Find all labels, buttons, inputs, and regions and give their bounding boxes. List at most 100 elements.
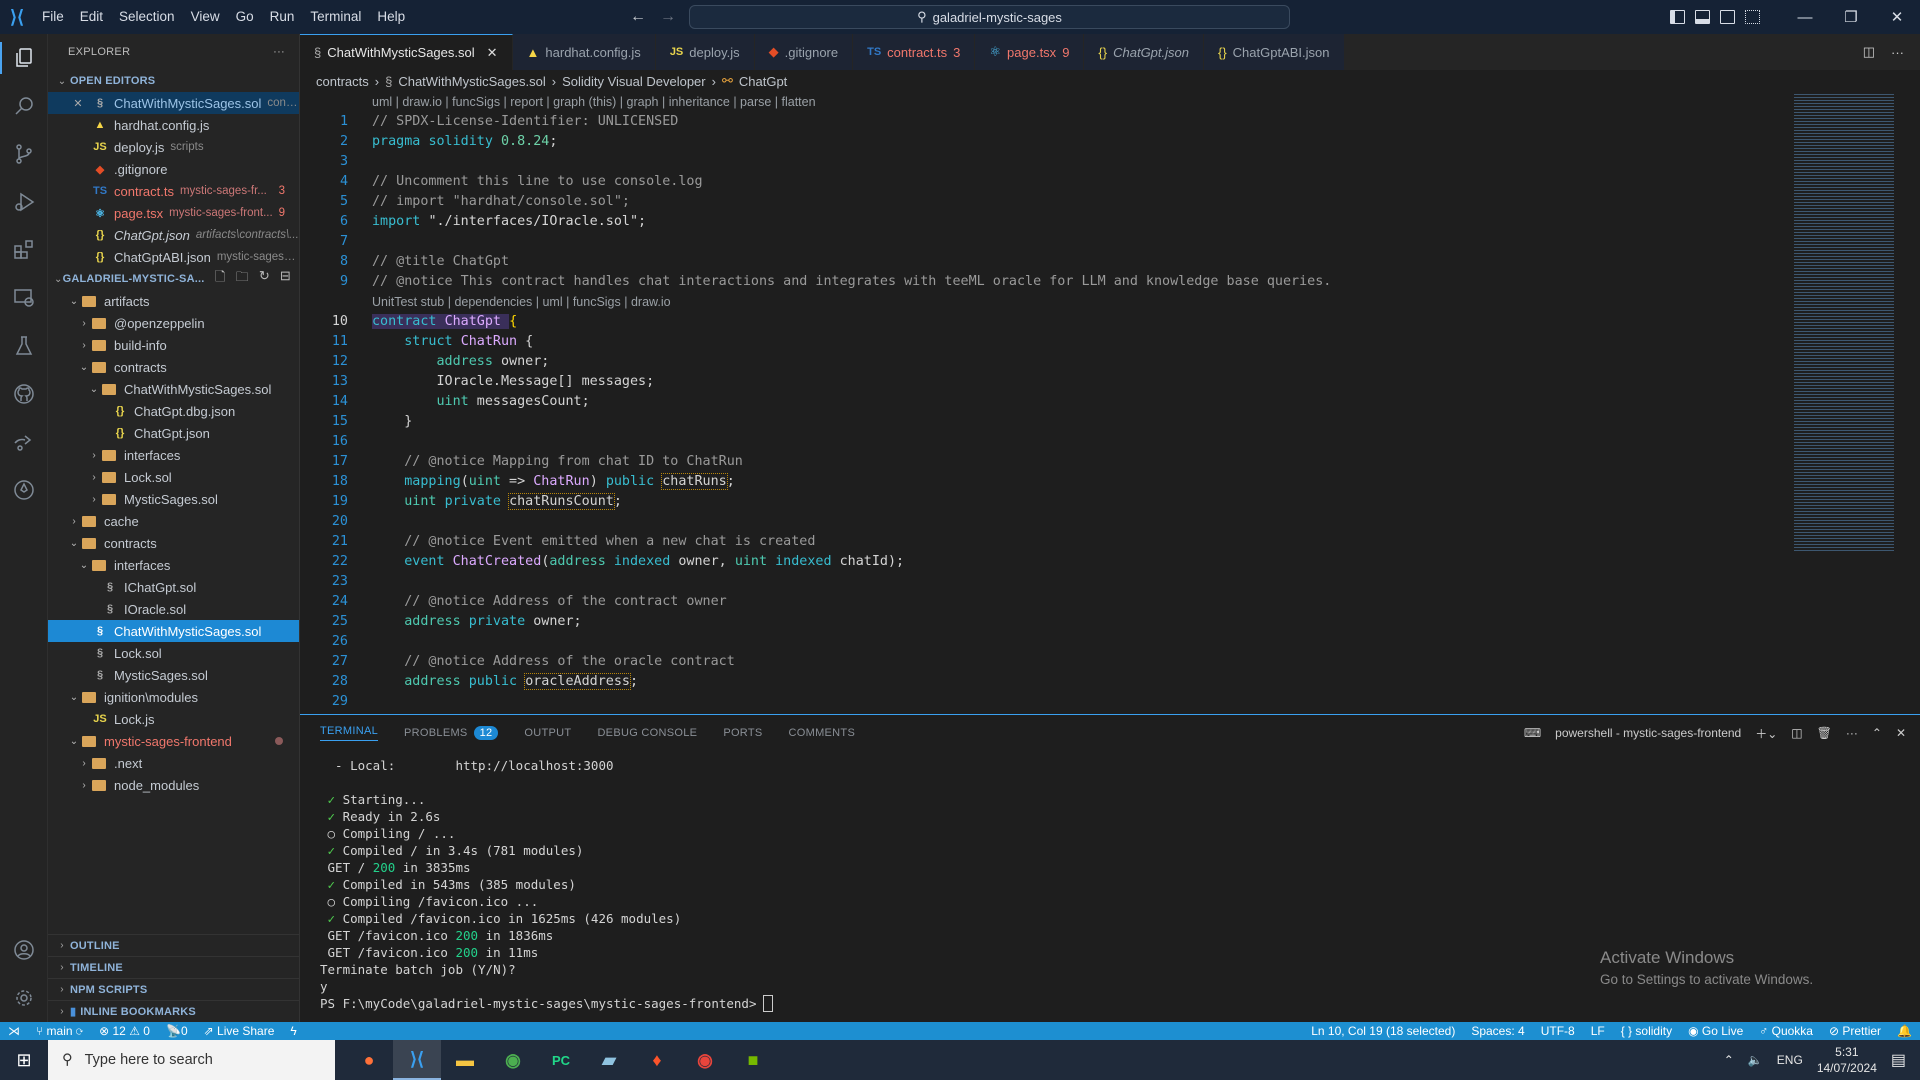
split-editor-icon[interactable]: ◫ xyxy=(1863,44,1875,60)
workspace-header[interactable]: ⌄GALADRIEL-MYSTIC-SA... 🗋 🗀 ↻ ⊟ xyxy=(48,268,299,290)
prettier-button[interactable]: ⊘ Prettier xyxy=(1821,1024,1889,1038)
tab-output[interactable]: OUTPUT xyxy=(524,727,571,739)
ethereum-icon[interactable] xyxy=(0,466,48,514)
file-tree-file[interactable]: JS Lock.js xyxy=(48,708,299,730)
gear-icon[interactable] xyxy=(0,974,48,1022)
toggle-secondary-sidebar-icon[interactable] xyxy=(1720,10,1735,24)
open-editor-item[interactable]: JS deploy.js scripts xyxy=(48,136,299,158)
timeline-section[interactable]: › TIMELINE xyxy=(48,956,299,978)
file-tree-folder[interactable]: › node_modules xyxy=(48,774,299,795)
breadcrumb-item[interactable]: ChatWithMysticSages.sol xyxy=(398,74,545,89)
open-editor-item[interactable]: ▲ hardhat.config.js xyxy=(48,114,299,136)
file-tree-folder[interactable]: › Lock.sol xyxy=(48,466,299,488)
github-icon[interactable] xyxy=(0,370,48,418)
file-tree-file[interactable]: § MysticSages.sol xyxy=(48,664,299,686)
clock[interactable]: 5:31 14/07/2024 xyxy=(1817,1044,1877,1076)
open-editors-header[interactable]: ⌄ OPEN EDITORS xyxy=(48,70,299,92)
chevron-down-icon[interactable]: ⌄ xyxy=(76,362,92,373)
tab-page-tsx[interactable]: ⚛ page.tsx 9 xyxy=(975,34,1085,70)
chevron-down-icon[interactable]: ⌄ xyxy=(66,692,82,703)
file-tree-folder[interactable]: ⌄ ignition\modules xyxy=(48,686,299,708)
menu-file[interactable]: File xyxy=(34,0,72,34)
notifications-icon[interactable]: 🔔 xyxy=(1889,1024,1920,1038)
command-center-search[interactable]: ⚲ galadriel-mystic-sages xyxy=(689,5,1290,29)
refresh-icon[interactable]: ↻ xyxy=(259,268,270,290)
file-tree-file[interactable]: § Lock.sol xyxy=(48,642,299,664)
breadcrumb-item[interactable]: ChatGpt xyxy=(739,74,787,89)
volume-icon[interactable]: 🔈 xyxy=(1748,1053,1763,1067)
git-branch[interactable]: ⑂ main ⟳ xyxy=(28,1024,91,1038)
breadcrumb-item[interactable]: Solidity Visual Developer xyxy=(562,74,706,89)
tab-comments[interactable]: COMMENTS xyxy=(789,727,856,739)
file-tree-folder[interactable]: ⌄ interfaces xyxy=(48,554,299,576)
live-share-status[interactable]: ⇗ Live Share xyxy=(196,1024,283,1038)
chevron-right-icon[interactable]: › xyxy=(86,450,102,461)
file-tree-folder[interactable]: ⌄ mystic-sages-frontend xyxy=(48,730,299,752)
extensions-icon[interactable] xyxy=(0,226,48,274)
trash-icon[interactable]: 🗑 xyxy=(1817,726,1832,740)
file-tree-file[interactable]: § IChatGpt.sol xyxy=(48,576,299,598)
tab-chatgpt-json[interactable]: {} ChatGpt.json xyxy=(1084,34,1204,70)
arrow-left-icon[interactable]: ← xyxy=(630,8,646,26)
maximize-panel-icon[interactable]: ⌃ xyxy=(1872,726,1882,740)
tab-contract-ts[interactable]: TS contract.ts 3 xyxy=(853,34,976,70)
menu-edit[interactable]: Edit xyxy=(72,0,111,34)
minimap[interactable] xyxy=(1780,92,1920,714)
more-actions-icon[interactable]: ··· xyxy=(1846,726,1858,740)
split-terminal-icon[interactable]: ◫ xyxy=(1791,726,1802,740)
chevron-down-icon[interactable]: ⌄ xyxy=(86,384,102,395)
chevron-right-icon[interactable]: › xyxy=(76,318,92,329)
menu-run[interactable]: Run xyxy=(262,0,303,34)
tab-chatgptabi-json[interactable]: {} ChatGptABI.json xyxy=(1203,34,1345,70)
pycharm-icon[interactable]: PC xyxy=(537,1040,585,1080)
brave-icon[interactable]: ♦ xyxy=(633,1040,681,1080)
minimize-button[interactable]: — xyxy=(1782,9,1828,26)
chevron-right-icon[interactable]: › xyxy=(86,472,102,483)
new-file-icon[interactable]: 🗋 xyxy=(215,268,226,290)
menu-view[interactable]: View xyxy=(183,0,228,34)
more-actions-icon[interactable]: ··· xyxy=(273,46,285,58)
go-live-button[interactable]: ◉ Go Live xyxy=(1680,1024,1751,1038)
taskbar-search[interactable]: ⚲ Type here to search xyxy=(48,1040,335,1080)
lightning-icon[interactable]: ϟ xyxy=(282,1024,304,1038)
chevron-right-icon[interactable]: › xyxy=(76,758,92,769)
file-tree-folder[interactable]: › interfaces xyxy=(48,444,299,466)
menu-help[interactable]: Help xyxy=(369,0,413,34)
chevron-down-icon[interactable]: ⌄ xyxy=(76,560,92,571)
tab-terminal[interactable]: TERMINAL xyxy=(320,725,379,741)
chevron-down-icon[interactable]: ⌄ xyxy=(66,538,82,549)
action-center-icon[interactable]: ▤ xyxy=(1891,1050,1906,1070)
close-window-button[interactable]: ✕ xyxy=(1874,8,1920,26)
problems-status[interactable]: ⊗ 12 ⚠ 0 xyxy=(91,1024,158,1038)
terminal-name[interactable]: powershell - mystic-sages-frontend xyxy=(1555,726,1741,740)
testing-icon[interactable] xyxy=(0,322,48,370)
customize-layout-icon[interactable] xyxy=(1745,10,1760,24)
accounts-icon[interactable] xyxy=(0,926,48,974)
chevron-down-icon[interactable]: ⌄ xyxy=(66,736,82,747)
arrow-right-icon[interactable]: → xyxy=(660,8,676,26)
code-editor[interactable]: uml | draw.io | funcSigs | report | grap… xyxy=(300,92,1780,714)
search-icon[interactable] xyxy=(0,82,48,130)
file-tree-folder[interactable]: ⌄ contracts xyxy=(48,356,299,378)
file-tree-file[interactable]: {} ChatGpt.json xyxy=(48,422,299,444)
codelens-contract[interactable]: UnitTest stub | dependencies | uml | fun… xyxy=(300,292,1780,312)
remote-explorer-icon[interactable] xyxy=(0,274,48,322)
live-share-icon[interactable] xyxy=(0,418,48,466)
close-panel-icon[interactable]: ✕ xyxy=(1896,726,1906,740)
open-editor-item[interactable]: TS contract.ts mystic-sages-fr... 3 xyxy=(48,180,299,202)
ports-status[interactable]: 📡0 xyxy=(158,1024,196,1038)
windows-start-icon[interactable]: ⊞ xyxy=(0,1040,48,1080)
notepad-icon[interactable]: ▰ xyxy=(585,1040,633,1080)
file-tree-folder[interactable]: › MysticSages.sol xyxy=(48,488,299,510)
tab-chatwithmysticsages[interactable]: § ChatWithMysticSages.sol ✕ xyxy=(300,34,513,70)
new-terminal-icon[interactable]: ＋⌄ xyxy=(1755,725,1777,742)
toggle-primary-sidebar-icon[interactable] xyxy=(1670,10,1685,24)
open-editor-item[interactable]: {} ChatGptABI.json mystic-sages-fr... xyxy=(48,246,299,268)
chevron-down-icon[interactable]: ⌄ xyxy=(66,296,82,307)
tab-gitignore[interactable]: ◆ .gitignore xyxy=(754,34,854,70)
tab-problems[interactable]: PROBLEMS 12 xyxy=(404,726,499,740)
chevron-right-icon[interactable]: › xyxy=(86,494,102,505)
toggle-panel-icon[interactable] xyxy=(1695,10,1710,24)
open-editor-item[interactable]: ⚛ page.tsx mystic-sages-front... 9 xyxy=(48,202,299,224)
inline-bookmarks-section[interactable]: › ▮ INLINE BOOKMARKS xyxy=(48,1000,299,1022)
